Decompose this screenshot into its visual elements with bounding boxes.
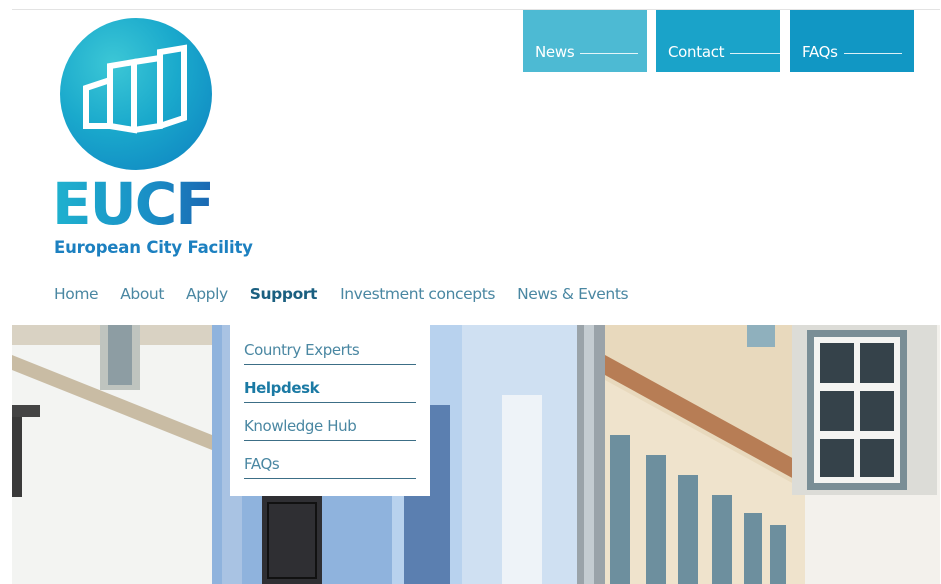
site-logo[interactable]: EUCF European City Facility [52, 18, 272, 262]
dropdown-item-faqs[interactable]: FAQs [244, 452, 416, 490]
nav-item-home[interactable]: Home [54, 285, 99, 303]
news-button-label: News [535, 43, 575, 61]
hero-image [12, 325, 940, 584]
news-underline [580, 53, 639, 54]
contact-button-label: Contact [668, 43, 725, 61]
logo-abbreviation: EUCF [52, 170, 215, 238]
faqs-underline [843, 53, 902, 54]
nav-item-investment-concepts[interactable]: Investment concepts [340, 285, 495, 303]
dropdown-item-helpdesk[interactable]: Helpdesk [244, 376, 416, 414]
support-dropdown: Country Experts Helpdesk Knowledge Hub F… [230, 322, 430, 496]
contact-button[interactable]: Contact [656, 10, 789, 72]
main-nav: Home About Apply Support Investment conc… [54, 285, 650, 303]
nav-item-support[interactable]: Support [250, 285, 318, 303]
dropdown-item-knowledge-hub[interactable]: Knowledge Hub [244, 414, 416, 452]
nav-item-about[interactable]: About [120, 285, 164, 303]
logo-name: European City Facility [54, 238, 253, 257]
contact-underline [730, 53, 789, 54]
faqs-button[interactable]: FAQs [790, 10, 914, 72]
faqs-button-label: FAQs [802, 43, 838, 61]
nav-item-apply[interactable]: Apply [186, 285, 228, 303]
logo-emblem-icon [60, 18, 212, 170]
dropdown-item-country-experts[interactable]: Country Experts [244, 338, 416, 376]
news-button[interactable]: News [523, 10, 647, 72]
nav-item-news-events[interactable]: News & Events [517, 285, 629, 303]
